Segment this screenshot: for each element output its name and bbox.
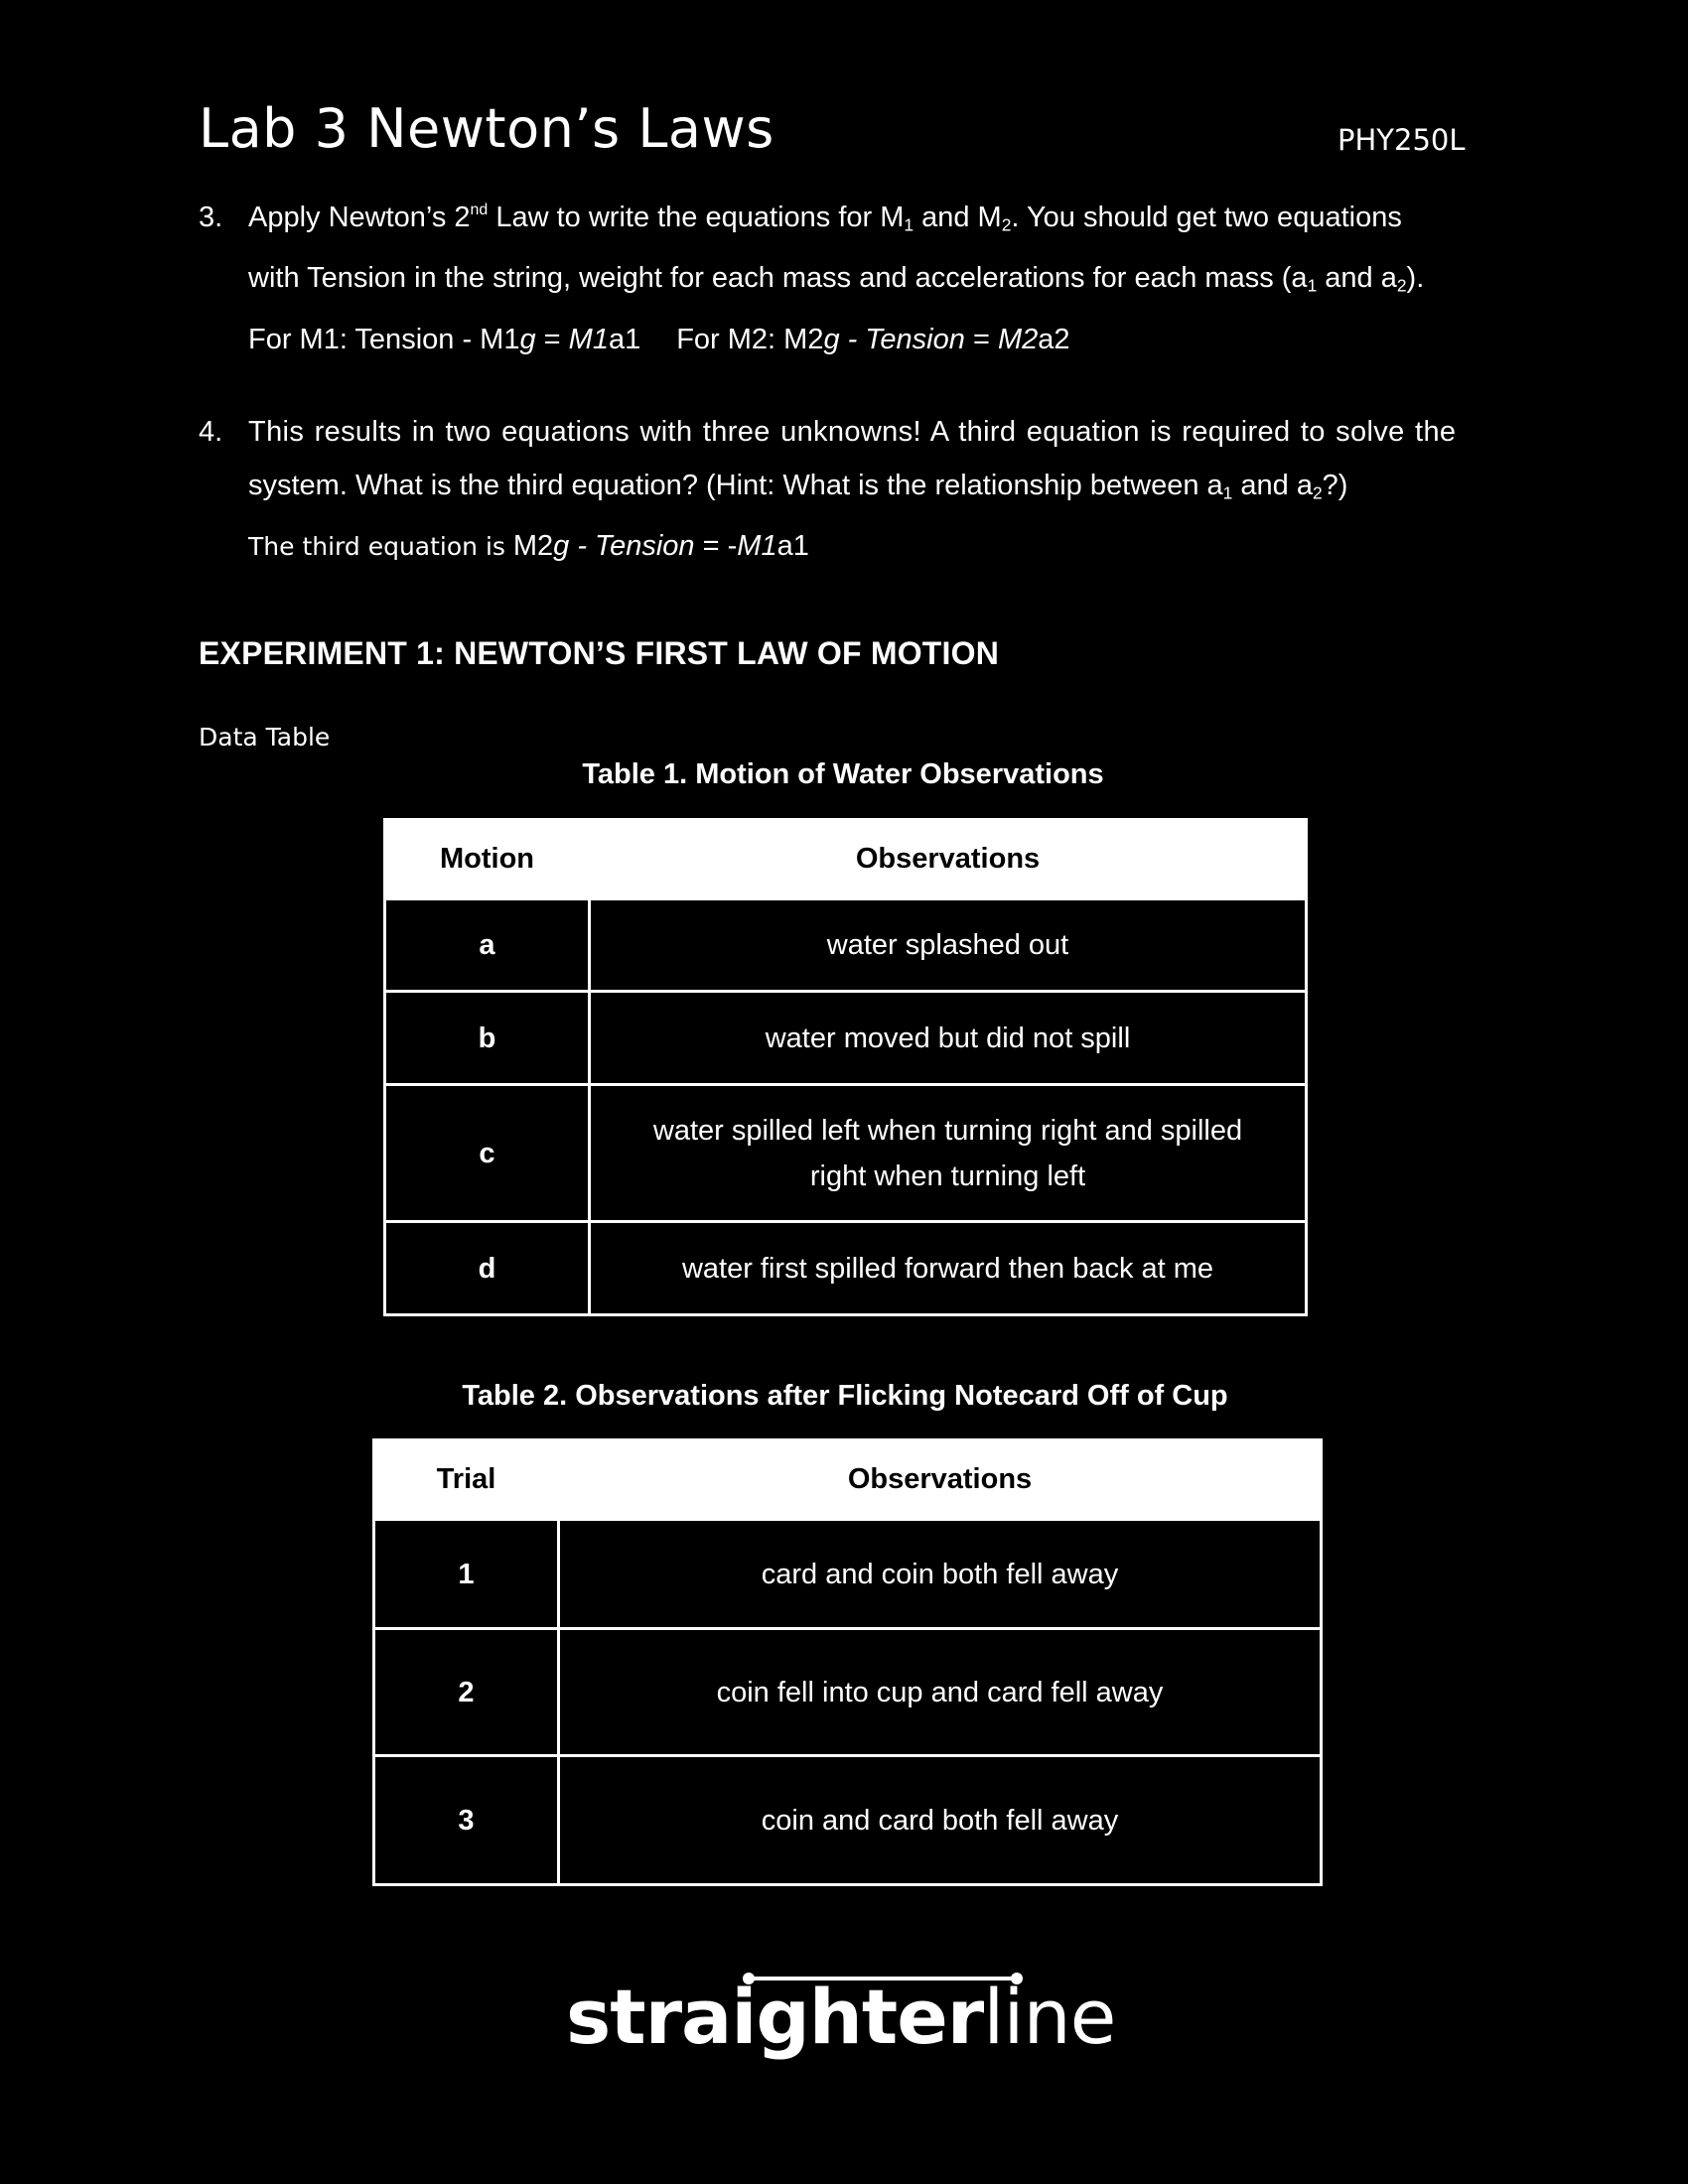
- text: g - Tension: [553, 530, 695, 563]
- question-3: 3. Apply Newton’s 2nd Law to write the e…: [199, 191, 1489, 366]
- text: and M: [914, 202, 1002, 233]
- table-2-caption: Table 2. Observations after Flicking Not…: [462, 1380, 1228, 1412]
- text: a1: [608, 323, 641, 355]
- column-header: Observations: [557, 1438, 1323, 1521]
- subscript: 1: [1307, 275, 1318, 296]
- table-row: 3 coin and card both fell away: [372, 1754, 1323, 1886]
- table-row: b water moved but did not spill: [383, 990, 1308, 1086]
- question-4-answer: The third equation is M2g - Tension = -M…: [248, 519, 1489, 574]
- table-row: d water first spilled forward then back …: [383, 1220, 1308, 1316]
- question-4-line-1: This results in two equations with three…: [248, 416, 1457, 448]
- text: M2: [997, 323, 1039, 355]
- table-row: 1 card and coin both fell away: [372, 1518, 1323, 1630]
- superscript: nd: [470, 202, 489, 219]
- row-value: coin and card both fell away: [557, 1754, 1323, 1886]
- question-3-answer: For M1: Tension - M1g = M1a1 For M2: M2g …: [248, 313, 1489, 366]
- row-key: a: [383, 897, 591, 993]
- text: =: [964, 323, 998, 355]
- straighterline-logo: straighterline: [566, 1973, 1116, 2061]
- row-key: 1: [372, 1518, 560, 1630]
- section-heading: EXPERIMENT 1: NEWTON’S FIRST LAW OF MOTI…: [199, 635, 1000, 671]
- table-1: Motion Observations a water splashed out…: [383, 818, 1308, 1316]
- question-number: 4.: [199, 416, 223, 448]
- text: For M2: M2: [676, 323, 824, 355]
- text: The third equation is: [248, 532, 513, 562]
- table-row: c water spilled left when turning right …: [383, 1083, 1308, 1223]
- row-value: water spilled left when turning right an…: [588, 1083, 1308, 1223]
- table-2: Trial Observations 1 card and coin both …: [372, 1438, 1323, 1886]
- text: M2: [512, 530, 554, 563]
- row-key: d: [383, 1220, 591, 1316]
- logo-text-bold: straighter: [566, 1973, 985, 2061]
- subscript: 2: [1001, 214, 1012, 235]
- row-value: water moved but did not spill: [588, 990, 1308, 1086]
- text: ?): [1322, 470, 1348, 501]
- text: =: [535, 323, 569, 355]
- data-table-label: Data Table: [199, 723, 331, 751]
- row-key: 3: [372, 1754, 560, 1886]
- logo-text: straighterline: [566, 1973, 1115, 2061]
- text: . You should get two equations: [1011, 202, 1402, 233]
- row-value: water splashed out: [588, 897, 1308, 993]
- column-header: Trial: [372, 1438, 560, 1521]
- logo-text-light: line: [983, 1973, 1115, 2061]
- text: with Tension in the string, weight for e…: [248, 262, 1308, 295]
- question-number: 3.: [199, 202, 223, 233]
- table-header-row: Motion Observations: [383, 818, 1308, 900]
- question-3-line-1: Apply Newton’s 2nd Law to write the equa…: [248, 191, 1489, 251]
- row-key: 2: [372, 1627, 560, 1757]
- subscript: 1: [1222, 482, 1233, 503]
- subscript: 2: [1396, 275, 1407, 296]
- text: ).: [1406, 262, 1425, 295]
- table-row: a water splashed out: [383, 897, 1308, 993]
- text: g - Tension: [823, 323, 965, 355]
- row-value: water first spilled forward then back at…: [588, 1220, 1308, 1316]
- table-header-row: Trial Observations: [372, 1438, 1323, 1521]
- text: system. What is the third equation? (Hin…: [248, 470, 1223, 501]
- text: Law to write the equations for M: [488, 202, 905, 233]
- table-1-caption: Table 1. Motion of Water Observations: [582, 758, 1104, 790]
- course-code: PHY250L: [1337, 123, 1466, 157]
- text: For M1: Tension - M1: [248, 323, 520, 355]
- row-value: coin fell into cup and card fell away: [557, 1627, 1323, 1757]
- text: Apply Newton’s 2: [248, 202, 471, 233]
- page-title: Lab 3 Newton’s Laws: [199, 97, 774, 160]
- text: a2: [1038, 323, 1070, 355]
- row-value: card and coin both fell away: [557, 1518, 1323, 1630]
- column-header: Motion: [383, 818, 591, 900]
- table-row: 2 coin fell into cup and card fell away: [372, 1627, 1323, 1757]
- text: and a: [1232, 470, 1313, 501]
- row-key: c: [383, 1083, 591, 1223]
- subscript: 1: [904, 214, 914, 235]
- question-4: 4. This results in two equations with th…: [199, 405, 1489, 574]
- text: M1: [568, 323, 609, 355]
- text: a1: [776, 530, 809, 563]
- question-4-line-2: system. What is the third equation? (Hin…: [248, 459, 1489, 519]
- row-key: b: [383, 990, 591, 1086]
- text: = -: [694, 530, 738, 563]
- column-header: Observations: [588, 818, 1308, 900]
- text: g: [519, 323, 536, 355]
- question-3-line-2: with Tension in the string, weight for e…: [248, 251, 1489, 312]
- text: and a: [1317, 262, 1397, 295]
- subscript: 2: [1312, 482, 1323, 503]
- text: M1: [737, 530, 777, 563]
